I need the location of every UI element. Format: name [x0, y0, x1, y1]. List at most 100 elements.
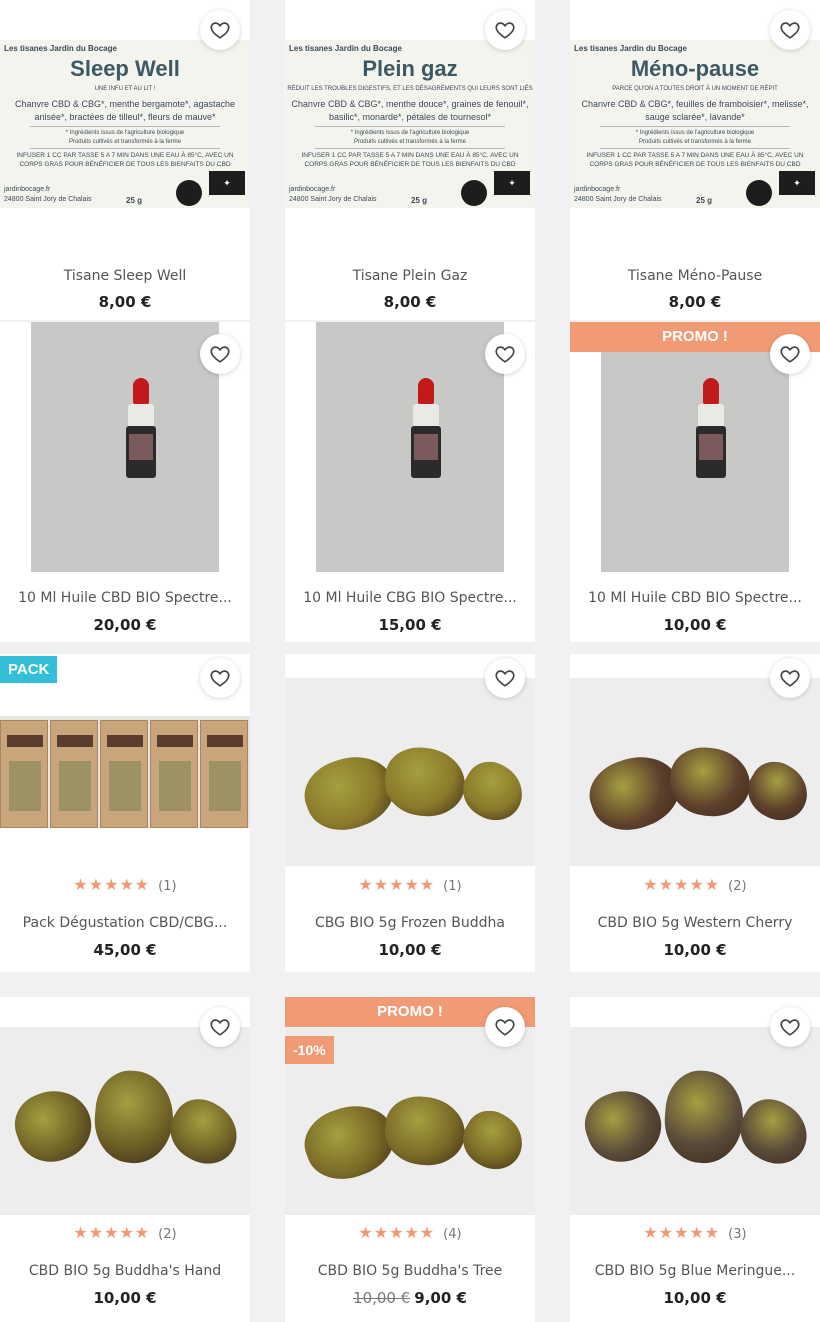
product-card[interactable]: ★★★★★ (3) CBD BIO 5g Blue Meringue... 10,00… [570, 997, 820, 1322]
star-icon: ★ [658, 875, 675, 894]
label-organic-note: * Ingrédients issus de l'agriculture bio… [635, 130, 755, 136]
label-divider [600, 126, 790, 127]
dropper-bottle-icon [125, 322, 157, 482]
kraft-bag [0, 720, 48, 828]
label-divider [315, 126, 505, 127]
label-farm-note: Produits cultivés et transformés à la fe… [353, 139, 467, 145]
label-address: 24800 Saint Jory de Chalais [4, 196, 92, 203]
wishlist-heart-icon[interactable] [770, 10, 810, 50]
product-price: 10,00 € [663, 1289, 727, 1307]
label-site: jardinbocage.fr [289, 186, 336, 193]
label-divider [30, 148, 220, 149]
label-site: jardinbocage.fr [4, 186, 51, 193]
star-icon: ★ [358, 875, 374, 894]
wishlist-heart-icon[interactable] [200, 1007, 240, 1047]
wishlist-heart-icon[interactable] [485, 334, 525, 374]
label-weight: 25 g [126, 196, 143, 205]
product-price: 8,00 € [668, 293, 722, 311]
product-name[interactable]: Tisane Plein Gaz [285, 268, 535, 284]
eu-organic-leaf-icon: ✦ [209, 171, 245, 195]
label-farm-note: Produits cultivés et transformés à la fe… [638, 139, 752, 145]
kraft-bag [150, 720, 198, 828]
rating-stars: ★★★★★ (1) [0, 875, 250, 894]
rating-stars: ★★★★★ (4) [285, 1223, 535, 1242]
tisane-label-image[interactable]: Les tisanes Jardin du Bocage Sleep Well UN… [0, 40, 250, 208]
product-card[interactable]: ★★★★★ (2) CBD BIO 5g Buddha's Hand 10,00 € [0, 997, 250, 1322]
label-contact: jardinbocage.fr 24800 Saint Jory de Chala… [289, 185, 377, 205]
rating-stars: ★★★★★ (1) [285, 875, 535, 894]
tisane-label-image[interactable]: Les tisanes Jardin du Bocage Méno-pause PA… [570, 40, 820, 208]
star-icon: ★ [104, 1223, 120, 1242]
product-price: 20,00 € [93, 616, 157, 634]
star-icon: ★ [419, 1223, 436, 1242]
star-icon: ★ [73, 875, 89, 894]
star-icon: ★ [389, 875, 405, 894]
wishlist-heart-icon[interactable] [200, 10, 240, 50]
product-name[interactable]: Tisane Sleep Well [0, 268, 250, 284]
pregnancy-warning-icon [176, 180, 202, 206]
tisane-label-image[interactable]: Les tisanes Jardin du Bocage Plein gaz RÉD… [285, 40, 535, 208]
product-card[interactable]: PROMO ! -10% ★★★★★ (4) CBD BIO 5g Buddha's T… [285, 997, 535, 1322]
product-image[interactable] [285, 678, 535, 866]
wishlist-heart-icon[interactable] [485, 658, 525, 698]
label-instructions: INFUSER 1 CC PAR TASSE 5 A 7 MIN DANS UN… [301, 152, 519, 168]
wishlist-heart-icon[interactable] [485, 1007, 525, 1047]
product-name[interactable]: Tisane Méno-Pause [570, 268, 820, 284]
review-count: (2) [158, 1227, 177, 1242]
product-image[interactable] [601, 322, 789, 572]
product-image[interactable] [316, 322, 504, 572]
product-image[interactable] [31, 322, 219, 572]
flower-bud [159, 1089, 249, 1175]
star-icon: ★ [119, 1223, 135, 1242]
product-name[interactable]: CBD BIO 5g Blue Meringue... [570, 1263, 820, 1279]
product-card[interactable]: Les tisanes Jardin du Bocage Sleep Well UN… [0, 0, 250, 320]
product-name[interactable]: CBG BIO 5g Frozen Buddha [285, 915, 535, 931]
star-icon: ★ [373, 1223, 390, 1242]
rating-stars: ★★★★★ (3) [570, 1223, 820, 1242]
product-price: 10,00 €9,00 € [285, 1289, 535, 1307]
product-name[interactable]: CBD BIO 5g Buddha's Tree [285, 1263, 535, 1279]
product-image[interactable] [0, 716, 250, 828]
product-name[interactable]: 10 Ml Huile CBD BIO Spectre... [0, 590, 250, 606]
star-icon: ★ [404, 875, 420, 894]
star-icon: ★ [643, 1223, 659, 1242]
label-contact: jardinbocage.fr 24800 Saint Jory de Chala… [574, 185, 662, 205]
star-icon: ★ [119, 875, 135, 894]
product-image[interactable] [570, 678, 820, 866]
wishlist-heart-icon[interactable] [200, 334, 240, 374]
star-icon: ★ [389, 1223, 405, 1242]
dropper-bottle-icon [410, 322, 442, 482]
star-icon: ★ [134, 875, 151, 894]
product-name[interactable]: CBD BIO 5g Western Cherry [570, 915, 820, 931]
wishlist-heart-icon[interactable] [770, 1007, 810, 1047]
product-image[interactable] [570, 1027, 820, 1215]
label-subtitle: UNE INFU ET AU LIT ! [94, 86, 156, 92]
product-name[interactable]: CBD BIO 5g Buddha's Hand [0, 1263, 250, 1279]
flower-bud [453, 1101, 533, 1180]
flower-bud [382, 1093, 468, 1169]
wishlist-heart-icon[interactable] [770, 658, 810, 698]
product-card[interactable]: 10 Ml Huile CBD BIO Spectre... 20,00 € [0, 322, 250, 642]
label-instructions: INFUSER 1 CC PAR TASSE 5 A 7 MIN DANS UN… [16, 152, 234, 168]
wishlist-heart-icon[interactable] [200, 658, 240, 698]
flower-bud [6, 1080, 101, 1172]
wishlist-heart-icon[interactable] [485, 10, 525, 50]
product-name[interactable]: Pack Dégustation CBD/CBG... [0, 915, 250, 931]
product-card[interactable]: 10 Ml Huile CBG BIO Spectre... 15,00 € [285, 322, 535, 642]
wishlist-heart-icon[interactable] [770, 334, 810, 374]
product-card[interactable]: Les tisanes Jardin du Bocage Méno-pause PA… [570, 0, 820, 320]
product-price: 10,00 € [663, 616, 727, 634]
product-price: 8,00 € [383, 293, 437, 311]
star-icon: ★ [404, 1223, 420, 1242]
label-ingredients: Chanvre CBD & CBG*, menthe bergamote*, a… [14, 99, 236, 122]
label-title: Méno-pause [630, 56, 760, 81]
product-price: 8,00 € [98, 293, 152, 311]
product-card[interactable]: ★★★★★ (1) CBG BIO 5g Frozen Buddha 10,00 € [285, 654, 535, 972]
product-name[interactable]: 10 Ml Huile CBD BIO Spectre... [570, 590, 820, 606]
product-name[interactable]: 10 Ml Huile CBG BIO Spectre... [285, 590, 535, 606]
product-card[interactable]: PACK ★★★★★ (1) Pack Dégustation CBD/CBG... 4… [0, 654, 250, 972]
product-card[interactable]: Les tisanes Jardin du Bocage Plein gaz RÉD… [285, 0, 535, 320]
product-image[interactable] [0, 1027, 250, 1215]
product-card[interactable]: ★★★★★ (2) CBD BIO 5g Western Cherry 10,00 € [570, 654, 820, 972]
product-card[interactable]: PROMO ! 10 Ml Huile CBD BIO Spectre... 10,… [570, 322, 820, 642]
